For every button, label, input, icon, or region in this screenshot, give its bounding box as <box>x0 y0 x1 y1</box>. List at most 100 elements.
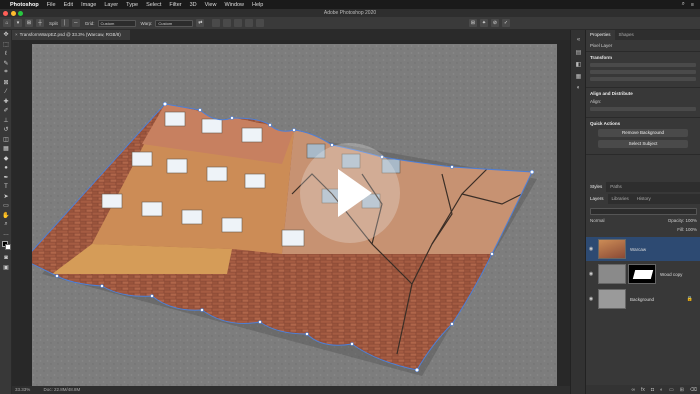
stamp-tool-icon[interactable]: ⊥ <box>0 116 12 126</box>
align-heading[interactable]: Align and Distribute <box>590 91 696 96</box>
history-brush-tool-icon[interactable]: ↺ <box>0 125 12 135</box>
document-canvas[interactable] <box>32 44 557 386</box>
layer-row-background[interactable]: ◉ Background 🔒 <box>586 287 700 311</box>
menu-3d[interactable]: 3D <box>190 2 197 8</box>
eye-icon[interactable]: ◉ <box>586 271 596 277</box>
zoom-tool-icon[interactable]: ⌕ <box>0 220 12 230</box>
move-tool-icon[interactable]: ✥ <box>0 30 12 40</box>
field-h-icon[interactable] <box>223 19 232 27</box>
blur-tool-icon[interactable]: ◆ <box>0 154 12 164</box>
video-play-button[interactable] <box>300 143 400 243</box>
menu-image[interactable]: Image <box>81 2 96 8</box>
tab-libraries[interactable]: Libraries <box>608 194 633 204</box>
menu-help[interactable]: Help <box>252 2 263 8</box>
background-color-swatch[interactable] <box>5 244 11 250</box>
dodge-tool-icon[interactable]: ● <box>0 163 12 173</box>
tool-preset-icon[interactable]: ▾ <box>14 19 22 27</box>
layer-row-wood-copy[interactable]: ◉ Wood copy <box>586 262 700 286</box>
adjustment-layer-icon[interactable]: ◐ <box>660 387 663 393</box>
tab-paths[interactable]: Paths <box>606 182 626 192</box>
tab-shapes[interactable]: Shapes <box>615 30 638 40</box>
menu-app-name[interactable]: Photoshop <box>10 2 39 8</box>
transform-size-fields[interactable] <box>590 63 696 67</box>
field-y-icon[interactable] <box>256 19 265 27</box>
puppet-warp-icon[interactable]: ✦ <box>480 19 488 27</box>
close-tab-icon[interactable]: × <box>15 32 18 37</box>
lasso-tool-icon[interactable]: ℓ <box>0 49 12 59</box>
screen-mode-icon[interactable]: ▣ <box>0 263 12 273</box>
shape-tool-icon[interactable]: ▭ <box>0 201 12 211</box>
expand-panels-icon[interactable]: « <box>571 34 586 46</box>
delete-layer-icon[interactable]: ⌫ <box>690 387 697 393</box>
gradient-tool-icon[interactable]: ▦ <box>0 144 12 154</box>
tab-styles[interactable]: Styles <box>586 182 607 192</box>
quick-mask-icon[interactable]: ◙ <box>0 253 12 263</box>
split-crosswise-icon[interactable]: ┼ <box>36 19 44 27</box>
menu-view[interactable]: View <box>205 2 217 8</box>
pen-tool-icon[interactable]: ✒ <box>0 173 12 183</box>
path-select-tool-icon[interactable]: ➤ <box>0 192 12 202</box>
marquee-tool-icon[interactable]: ⬚ <box>0 40 12 50</box>
blend-mode-dropdown[interactable]: Normal <box>590 218 605 226</box>
tab-properties[interactable]: Properties <box>586 30 615 40</box>
layer-style-icon[interactable]: fx <box>641 387 645 393</box>
field-w-icon[interactable] <box>212 19 221 27</box>
tab-layers[interactable]: Layers <box>586 194 608 204</box>
align-buttons-row[interactable] <box>590 107 696 111</box>
transform-heading[interactable]: Transform <box>590 55 696 60</box>
field-x-icon[interactable] <box>245 19 254 27</box>
cancel-transform-icon[interactable]: ⊘ <box>491 19 499 27</box>
change-orientation-icon[interactable]: ⇄ <box>196 19 205 27</box>
tab-history[interactable]: History <box>633 194 655 204</box>
adjustments-panel-icon[interactable]: ◐ <box>571 82 586 94</box>
crop-tool-icon[interactable]: ⌗ <box>0 68 12 78</box>
new-layer-icon[interactable]: ⊞ <box>680 387 684 393</box>
transform-mode-icon[interactable]: ⊞ <box>469 19 477 27</box>
hand-tool-icon[interactable]: ✋ <box>0 211 12 221</box>
menu-select[interactable]: Select <box>146 2 161 8</box>
menu-type[interactable]: Type <box>126 2 138 8</box>
add-mask-icon[interactable]: ◘ <box>651 387 654 393</box>
layer-mask-thumbnail[interactable] <box>628 264 656 284</box>
layer-filter-row[interactable] <box>590 208 697 215</box>
field-bend-icon[interactable] <box>234 19 243 27</box>
menu-window[interactable]: Window <box>224 2 244 8</box>
transform-angle-field[interactable] <box>590 77 696 81</box>
quick-select-tool-icon[interactable]: ✎ <box>0 59 12 69</box>
zoom-level[interactable]: 33.33% <box>15 387 30 392</box>
swatches-panel-icon[interactable]: ▦ <box>571 70 586 82</box>
menu-file[interactable]: File <box>47 2 56 8</box>
color-panel-icon[interactable]: ◧ <box>571 58 586 70</box>
search-icon[interactable]: ⌕ <box>682 1 685 8</box>
eyedropper-tool-icon[interactable]: ⁄ <box>0 87 12 97</box>
eye-icon[interactable]: ◉ <box>586 296 596 302</box>
warp-dropdown[interactable]: Custom <box>155 19 194 27</box>
more-tools-icon[interactable]: … <box>0 230 12 240</box>
brush-tool-icon[interactable]: ✐ <box>0 106 12 116</box>
layer-row-warcaw[interactable]: ◉ Warcaw <box>586 237 700 261</box>
split-vertical-icon[interactable]: │ <box>60 19 69 27</box>
new-group-icon[interactable]: ▭ <box>669 387 674 393</box>
opacity-field[interactable]: Opacity: 100% <box>668 218 697 226</box>
document-tab[interactable]: × TransformWarpEZ.psd @ 33.3% (Warcaw, RG… <box>12 30 130 40</box>
reference-point-icon[interactable]: ⊞ <box>25 19 33 27</box>
type-tool-icon[interactable]: T <box>0 182 12 192</box>
grid-dropdown[interactable]: Custom <box>97 19 136 27</box>
menu-layer[interactable]: Layer <box>104 2 118 8</box>
control-center-icon[interactable]: ≡ <box>691 2 694 8</box>
transform-position-fields[interactable] <box>590 70 696 74</box>
remove-background-button[interactable]: Remove Background <box>598 129 688 137</box>
menu-edit[interactable]: Edit <box>64 2 73 8</box>
link-layers-icon[interactable]: ∞ <box>631 387 635 393</box>
fill-field[interactable]: Fill: 100% <box>677 227 697 232</box>
quick-actions-heading[interactable]: Quick Actions <box>590 121 696 126</box>
eraser-tool-icon[interactable]: ◫ <box>0 135 12 145</box>
menu-filter[interactable]: Filter <box>169 2 181 8</box>
home-icon[interactable]: ⌂ <box>3 19 11 27</box>
eye-icon[interactable]: ◉ <box>586 246 596 252</box>
frame-tool-icon[interactable]: ⊠ <box>0 78 12 88</box>
split-horizontal-icon[interactable]: ─ <box>71 19 80 27</box>
select-subject-button[interactable]: Select Subject <box>598 140 688 148</box>
history-panel-icon[interactable]: ▤ <box>571 46 586 58</box>
color-swatches[interactable] <box>0 239 12 253</box>
